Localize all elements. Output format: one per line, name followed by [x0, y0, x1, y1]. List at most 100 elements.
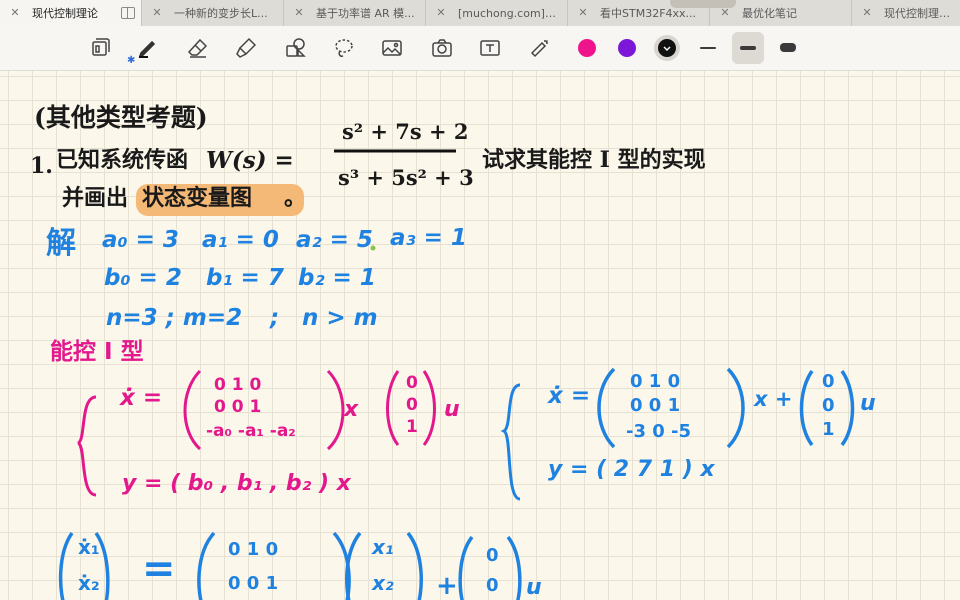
paren — [597, 367, 616, 449]
close-icon[interactable]: ✕ — [576, 6, 590, 20]
text-icon[interactable] — [476, 34, 504, 62]
period: 。 — [284, 185, 307, 211]
bottom-x1: x₁ — [372, 535, 394, 559]
order-compare: n > m — [302, 305, 378, 331]
numeric-matrix-row-3: -3 0 -5 — [626, 421, 692, 442]
a2-value: a₂ = 5 — [296, 227, 373, 253]
order-values: n=3 ; m=2 — [106, 305, 243, 331]
bottom-matrix-row-2: 0 0 1 — [228, 573, 279, 594]
close-icon[interactable]: ✕ — [718, 6, 732, 20]
tab-label: 现代控制理论 — [32, 7, 98, 20]
color-black-swatch[interactable] — [658, 39, 676, 57]
bottom-equals: = — [142, 546, 176, 592]
lasso-icon[interactable] — [330, 34, 358, 62]
bottom-x1dot: ẋ₁ — [78, 535, 100, 559]
b0-value: b₀ = 2 — [104, 265, 182, 291]
note-heading: (其他类型考题) — [34, 103, 208, 132]
form-title: 能控 I 型 — [50, 339, 144, 365]
a3-value: a₃ = 1 — [390, 225, 467, 251]
numeric-b-row-1: 0 — [822, 371, 835, 392]
stroke-thick[interactable] — [780, 43, 796, 52]
general-matrix-row-3: -a₀ -a₁ -a₂ — [206, 421, 296, 441]
tab-2[interactable]: ✕ 一种新的变步长L... — [142, 0, 284, 26]
stroke-medium[interactable] — [740, 46, 756, 50]
paren — [458, 535, 474, 600]
problem-text-2: 试求其能控 I 型的实现 — [482, 147, 706, 173]
right-brace — [500, 383, 521, 501]
b1-value: b₁ = 7 — [206, 265, 284, 291]
general-b-row-3: 1 — [406, 417, 418, 437]
tab-1[interactable]: ✕ 现代控制理论 — [0, 0, 142, 26]
split-view-icon[interactable] — [121, 7, 135, 19]
paren — [197, 531, 216, 600]
tab-label: [muchong.com]十... — [458, 7, 567, 20]
numeric-matrix-row-1: 0 1 0 — [630, 371, 681, 392]
general-state-x: x — [344, 397, 359, 422]
bottom-x2: x₂ — [372, 571, 394, 595]
camera-icon[interactable] — [428, 34, 456, 62]
close-icon[interactable]: ✕ — [292, 6, 306, 20]
chevron-down-icon — [663, 46, 671, 51]
paren — [406, 531, 423, 600]
general-output-eq: y = ( b₀ , b₁ , b₂ ) x — [122, 471, 351, 496]
solve-label: 解 — [46, 226, 76, 261]
tab-7[interactable]: ✕ 现代控制理论基... — [852, 0, 960, 26]
numeric-input-u: u — [860, 391, 876, 416]
a0-value: a₀ = 3 — [102, 227, 179, 253]
tab-4[interactable]: ✕ [muchong.com]十... — [426, 0, 568, 26]
numeric-state-x: x + — [754, 387, 793, 411]
problem-text-3: 并画出 — [62, 185, 129, 211]
numeric-xdot: ẋ = — [548, 383, 591, 409]
paren — [183, 369, 202, 451]
transfer-function-label: W(s) = — [206, 147, 294, 174]
color-purple-swatch[interactable] — [618, 39, 636, 57]
numeric-b-row-3: 1 — [822, 419, 835, 440]
general-matrix-row-1: 0 1 0 — [214, 375, 262, 395]
image-icon[interactable] — [378, 34, 406, 62]
paren — [345, 531, 362, 600]
tf-denominator: s³ + 5s² + 3 — [338, 165, 474, 190]
paren — [726, 367, 745, 449]
paren — [799, 369, 814, 447]
paren — [506, 535, 522, 600]
close-icon[interactable]: ✕ — [150, 6, 164, 20]
close-icon[interactable]: ✕ — [8, 6, 22, 20]
shapes-icon[interactable] — [282, 34, 310, 62]
laser-pointer-icon[interactable] — [526, 34, 554, 62]
tab-3[interactable]: ✕ 基于功率谱 AR 模... — [284, 0, 426, 26]
paren — [386, 370, 400, 446]
tab-label: 最优化笔记 — [742, 7, 797, 20]
stroke-thin[interactable] — [700, 47, 716, 49]
left-brace — [76, 395, 97, 497]
paren — [840, 369, 855, 447]
bottom-matrix-row-1: 0 1 0 — [228, 539, 279, 560]
camera-notch — [670, 0, 736, 8]
highlighter-icon[interactable] — [232, 34, 260, 62]
general-input-u: u — [444, 397, 460, 422]
eraser-icon[interactable] — [184, 34, 212, 62]
tf-numerator: s² + 7s + 2 — [342, 119, 469, 144]
close-icon[interactable]: ✕ — [434, 6, 448, 20]
general-b-row-1: 0 — [406, 373, 418, 393]
numeric-output-eq: y = ( 2 7 1 ) x — [548, 457, 715, 482]
page-layout-icon[interactable] — [86, 34, 114, 62]
bottom-b-row-2: 0 — [486, 575, 499, 596]
highlighted-text: 状态变量图 — [142, 185, 253, 211]
paren — [422, 370, 436, 446]
paren — [326, 369, 345, 451]
bottom-plus: + — [436, 571, 458, 600]
tab-label: 基于功率谱 AR 模... — [316, 7, 415, 20]
general-xdot: ẋ = — [120, 385, 163, 411]
b2-value: b₂ = 1 — [298, 265, 376, 291]
note-page[interactable]: (其他类型考题) 1. 已知系统传函 W(s) = s² + 7s + 2 s³… — [0, 71, 960, 600]
close-icon[interactable]: ✕ — [860, 6, 874, 20]
numeric-b-row-2: 0 — [822, 395, 835, 416]
toolbar: ✱ — [0, 26, 960, 71]
tab-label: 一种新的变步长L... — [174, 7, 268, 20]
numeric-matrix-row-2: 0 0 1 — [630, 395, 681, 416]
bottom-b-row-1: 0 — [486, 545, 499, 566]
pen-icon[interactable] — [134, 34, 162, 62]
color-pink-swatch[interactable] — [578, 39, 596, 57]
general-matrix-row-2: 0 0 1 — [214, 397, 262, 417]
bottom-input-u: u — [526, 575, 542, 600]
